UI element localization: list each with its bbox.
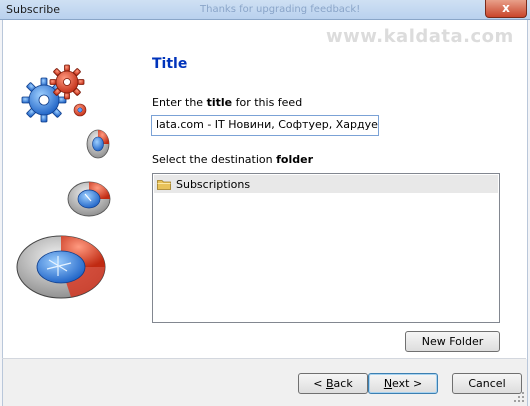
wizard-footer — [3, 359, 527, 406]
folder-field-label: Select the destination folder — [152, 153, 313, 166]
close-icon: x — [502, 1, 510, 15]
cancel-label: Cancel — [468, 377, 506, 390]
watermark: www.kaldata.com — [326, 26, 514, 47]
window-titlebar: Subscribe Thanks for upgrading feedback!… — [0, 0, 530, 20]
tree-item-label: Subscriptions — [176, 177, 251, 191]
next-rest: ext > — [392, 377, 423, 390]
back-rest: ack — [333, 377, 353, 390]
close-button[interactable]: x — [485, 0, 527, 18]
title-field-label: Enter the title for this feed — [152, 96, 302, 109]
red-gear-icon — [49, 64, 85, 100]
back-prefix: < — [313, 377, 326, 390]
background-window-title: Thanks for upgrading feedback! — [200, 4, 361, 15]
new-folder-label: New Folder — [421, 335, 484, 348]
next-mnemonic: N — [383, 377, 393, 390]
wizard-graphic — [16, 64, 111, 299]
new-folder-button[interactable]: New Folder — [405, 331, 500, 352]
tree-item-subscriptions[interactable]: Subscriptions — [154, 175, 498, 193]
feed-title-input[interactable]: lata.com - IT Новини, Софтуер, Хардуер, … — [151, 115, 379, 136]
title-label-suffix: for this feed — [232, 96, 303, 109]
title-label-bold: title — [206, 96, 233, 109]
large-dial-icon — [16, 235, 106, 299]
feed-title-value: lata.com - IT Новини, Софтуер, Хардуер, … — [156, 118, 378, 131]
next-button[interactable]: Next > — [368, 373, 438, 394]
resize-grip-icon[interactable] — [512, 392, 526, 404]
folder-icon — [157, 179, 171, 190]
window-title: Subscribe — [6, 3, 61, 16]
title-label-prefix: Enter the — [152, 96, 207, 109]
small-dial-icon — [86, 129, 110, 159]
folder-tree[interactable]: Subscriptions — [152, 173, 500, 323]
folder-label-prefix: Select the destination — [152, 153, 277, 166]
small-gear-icon — [73, 103, 87, 117]
back-mnemonic: B — [326, 377, 334, 390]
page-title: Title — [152, 56, 188, 72]
cancel-button[interactable]: Cancel — [452, 373, 522, 394]
folder-label-bold: folder — [276, 153, 313, 166]
medium-dial-icon — [67, 181, 111, 217]
back-button[interactable]: < Back — [298, 373, 368, 394]
